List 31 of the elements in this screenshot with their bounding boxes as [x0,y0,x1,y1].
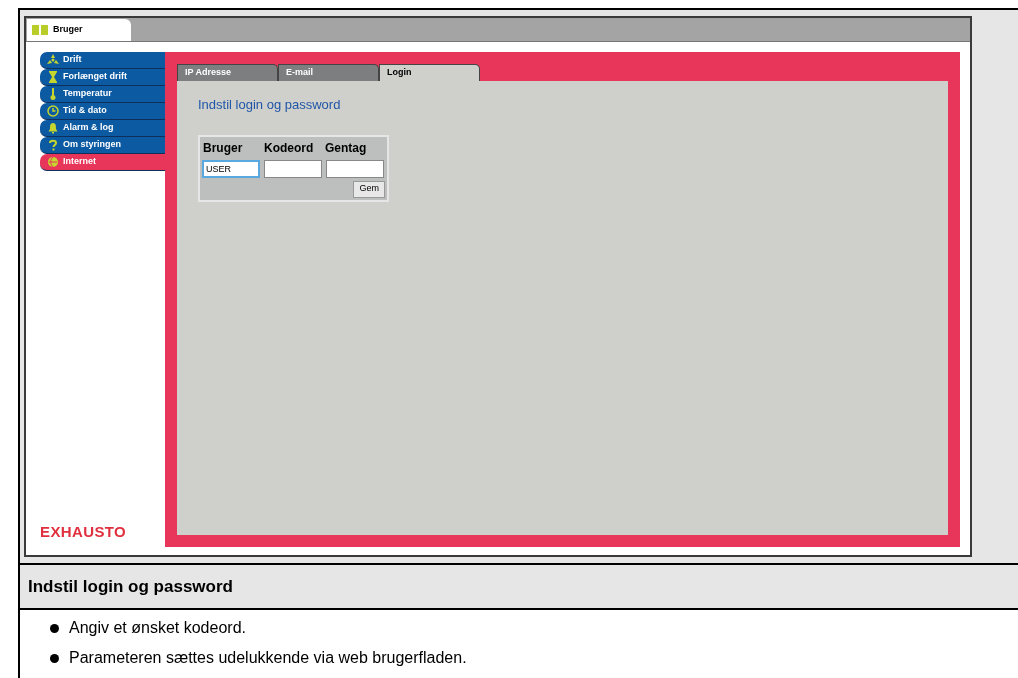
menu-item[interactable]: Forlænget drift [40,69,165,86]
menu-item[interactable]: Alarm & log [40,120,165,137]
tab[interactable]: IP Adresse [177,64,278,81]
fan-icon [47,54,59,66]
caption-heading: Indstil login og password [20,565,1018,610]
menu-item[interactable]: Temperatur [40,86,165,103]
question-mark-icon [47,139,59,151]
bullet-icon [50,623,59,633]
brand-logo: EXHAUSTO [40,521,128,542]
column-header: Gentag [324,139,368,157]
app-tab[interactable]: Bruger [27,19,131,41]
input-field[interactable]: USER [202,159,260,178]
bullet-text: Angiv et ønsket kodeord. [69,618,246,638]
menu-item[interactable]: Om styringen [40,137,165,154]
bullet-text: Parameteren sættes udelukkende via web brugerfladen. [69,648,467,668]
tab[interactable]: Login [379,64,480,81]
save-button[interactable]: Gem [353,180,385,198]
input-field[interactable] [326,159,384,178]
globe-icon [47,156,59,168]
panel-title: Indstil login og password [198,96,342,114]
column-header: Kodeord [263,139,315,157]
column-header: Bruger [202,139,244,157]
menu-item[interactable]: Internet [40,154,165,171]
clock-icon [47,105,59,117]
bullet-icon [50,653,59,663]
menu-item[interactable]: Drift [40,52,165,69]
hourglass-icon [47,71,59,83]
bell-icon [47,122,59,134]
tab[interactable]: E-mail [278,64,379,81]
input-field[interactable] [264,159,322,178]
menu-item[interactable]: Tid & dato [40,103,165,120]
